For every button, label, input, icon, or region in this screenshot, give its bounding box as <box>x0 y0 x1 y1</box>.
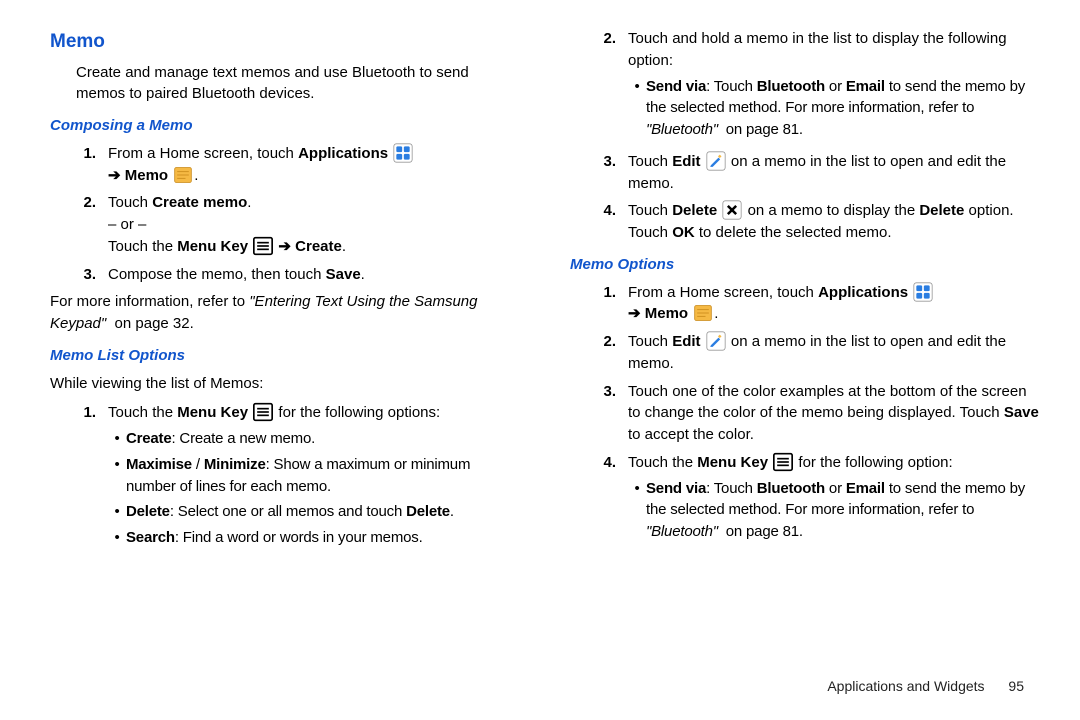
label-applications: Applications <box>298 145 388 162</box>
heading-memo: Memo <box>50 28 520 56</box>
label-menu-key: Menu Key <box>697 454 768 471</box>
text: for the following options: <box>274 404 440 421</box>
text: Touch the <box>108 404 177 421</box>
text: Touch <box>108 194 152 211</box>
applications-icon <box>393 143 413 163</box>
label-edit: Edit <box>672 333 700 350</box>
label-edit: Edit <box>672 153 700 170</box>
intro-text: Create and manage text memos and use Blu… <box>50 62 520 106</box>
memo-icon <box>693 303 713 323</box>
label-menu-key: Menu Key <box>177 404 248 421</box>
xref-keypad: For more information, refer to "Entering… <box>50 291 520 335</box>
list-steps: 1. Touch the Menu Key for the following … <box>50 402 520 553</box>
footer-page-number: 95 <box>1008 678 1024 694</box>
heading-composing: Composing a Memo <box>50 115 520 137</box>
left-column: Memo Create and manage text memos and us… <box>50 28 520 668</box>
label-save: Save <box>1004 404 1039 421</box>
arrow: ➔ <box>278 238 291 255</box>
heading-list-options: Memo List Options <box>50 345 520 367</box>
page-body: Memo Create and manage text memos and us… <box>0 0 1080 678</box>
arrow: ➔ <box>108 167 121 184</box>
applications-icon <box>913 282 933 302</box>
label-delete: Delete <box>672 202 717 219</box>
text: Touch the <box>108 238 177 255</box>
text: Compose the memo, then touch <box>108 266 326 283</box>
page-footer: Applications and Widgets 95 <box>0 678 1080 694</box>
menu-key-icon <box>253 402 273 422</box>
options-steps: 1. From a Home screen, touch Application… <box>570 282 1040 547</box>
label-memo: Memo <box>125 167 168 184</box>
label-applications: Applications <box>818 284 908 301</box>
arrow: ➔ <box>628 305 641 322</box>
memo-icon <box>173 165 193 185</box>
edit-icon <box>706 151 726 171</box>
list-intro: While viewing the list of Memos: <box>50 373 520 395</box>
list-bullets: •Create: Create a new memo. •Maximise / … <box>108 428 520 549</box>
edit-icon <box>706 331 726 351</box>
label-menu-key: Menu Key <box>177 238 248 255</box>
label-save: Save <box>326 266 361 283</box>
label-memo: Memo <box>645 305 688 322</box>
label-create-memo: Create memo <box>152 194 247 211</box>
right-column: 2. Touch and hold a memo in the list to … <box>570 28 1040 668</box>
footer-section: Applications and Widgets <box>827 678 984 694</box>
text: From a Home screen, touch <box>108 145 298 162</box>
heading-memo-options: Memo Options <box>570 254 1040 276</box>
text: Touch and hold a memo in the list to dis… <box>628 30 1007 69</box>
or-divider: – or – <box>108 216 146 233</box>
compose-steps: 1. From a Home screen, touch Application… <box>50 143 520 286</box>
label-create: Create <box>295 238 342 255</box>
menu-key-icon <box>773 452 793 472</box>
right-top-steps: 2. Touch and hold a memo in the list to … <box>570 28 1040 244</box>
delete-icon <box>722 200 742 220</box>
menu-key-icon <box>253 236 273 256</box>
